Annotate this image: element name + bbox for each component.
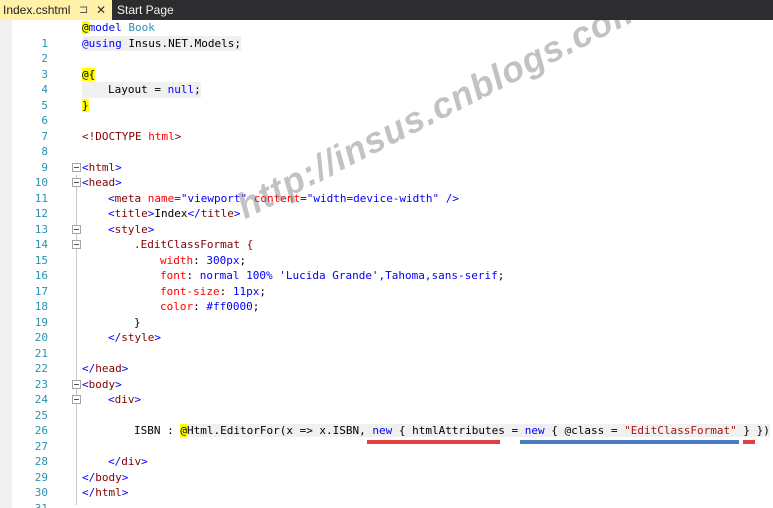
code-line: 31 </html> bbox=[0, 485, 773, 508]
document-tab-bar: Index.cshtml ⊐ ✕ Start Page bbox=[0, 0, 773, 20]
code-line: 20 } bbox=[0, 315, 773, 345]
tab-index-cshtml[interactable]: Index.cshtml ⊐ ✕ bbox=[0, 0, 112, 20]
tag-name: title bbox=[114, 207, 148, 220]
code-line: 26 bbox=[0, 408, 773, 437]
code-line: 19 color: #ff0000; bbox=[0, 299, 773, 329]
attr-name: name bbox=[141, 191, 175, 205]
attr-name: content bbox=[247, 191, 301, 205]
css-property: color bbox=[160, 300, 194, 313]
code-line: 4 @{ bbox=[0, 67, 773, 96]
css-selector: .EditClassFormat { bbox=[134, 238, 254, 251]
code-text: } }) bbox=[736, 424, 770, 437]
string-literal: "EditClassFormat" bbox=[624, 424, 737, 437]
code-line: 22 bbox=[0, 346, 773, 375]
pin-icon[interactable]: ⊐ bbox=[79, 0, 88, 20]
code-text: { htmlAttributes = bbox=[392, 424, 525, 437]
tag-name: style bbox=[121, 331, 155, 344]
code-line: 25 <div> bbox=[0, 392, 773, 422]
code-line: 14 <style> bbox=[0, 222, 773, 252]
tab-start-page[interactable]: Start Page bbox=[113, 0, 233, 20]
keyword: model bbox=[88, 21, 122, 34]
collapse-icon[interactable] bbox=[72, 162, 81, 172]
keyword: new bbox=[372, 424, 393, 437]
code-line: 2 @using Insus.NET.Models; bbox=[0, 35, 773, 65]
doctype-html: html bbox=[148, 129, 175, 143]
close-icon[interactable]: ✕ bbox=[96, 0, 106, 20]
title-text: Index bbox=[154, 207, 188, 220]
code-line: 23 </head> bbox=[0, 361, 773, 391]
code-text: ; bbox=[194, 83, 201, 96]
code-line: 24 <body> bbox=[0, 377, 773, 407]
tag-name: head bbox=[95, 362, 122, 375]
doctype: <!DOCTYPE bbox=[82, 129, 149, 143]
css-property: font-size bbox=[160, 284, 220, 298]
tab-label: Index.cshtml bbox=[3, 3, 71, 17]
code-line: 16 width: 300px; bbox=[0, 253, 773, 283]
tag-name: meta bbox=[114, 191, 142, 205]
code-line: 32 bbox=[0, 501, 773, 508]
css-value: 11px bbox=[232, 284, 260, 298]
collapse-icon[interactable] bbox=[72, 224, 81, 234]
code-line: 21 </style> bbox=[0, 330, 773, 360]
code-line: 3 bbox=[0, 51, 773, 81]
attr-value: "viewport" bbox=[180, 191, 248, 205]
code-line: 1 @model Book bbox=[0, 20, 773, 50]
collapse-icon[interactable] bbox=[72, 379, 81, 389]
code-text: } bbox=[134, 315, 141, 329]
code-line: 18 font-size: 11px; bbox=[0, 284, 773, 314]
collapse-icon[interactable] bbox=[72, 395, 81, 404]
code-line: 12 <meta name="viewport" content="width=… bbox=[0, 191, 773, 221]
collapse-icon[interactable] bbox=[72, 178, 81, 187]
code-line: 7 bbox=[0, 113, 773, 143]
razor-block-close: } bbox=[82, 98, 89, 112]
code-line: 29 </div> bbox=[0, 454, 773, 484]
code-line: 8 <!DOCTYPE html> bbox=[0, 129, 773, 159]
code-line: 17 font: normal 100% 'Lucida Grande',Tah… bbox=[0, 268, 773, 298]
code-text: Insus.NET.Models; bbox=[121, 36, 241, 50]
tag-name: html bbox=[88, 160, 116, 174]
code-line: 11 <head> bbox=[0, 175, 773, 205]
css-value: normal 100% 'Lucida Grande',Tahoma,sans-… bbox=[199, 269, 498, 282]
keyword: @using bbox=[82, 36, 122, 50]
code-line: 15 .EditClassFormat { bbox=[0, 237, 773, 267]
css-property: font bbox=[160, 269, 187, 282]
tag-name: body bbox=[95, 470, 122, 484]
collapse-icon[interactable] bbox=[72, 240, 81, 249]
code-editor[interactable]: 1 @model Book 2 @using Insus.NET.Models;… bbox=[0, 20, 773, 508]
tag-name: head bbox=[88, 176, 116, 189]
css-property: width bbox=[160, 253, 194, 267]
code-line: 13 <title>Index</title> bbox=[0, 206, 773, 236]
css-value: #ff0000 bbox=[206, 300, 253, 313]
tag-name: body bbox=[88, 377, 116, 391]
code-line: 27 ISBN : @Html.EditorFor(x => x.ISBN, n… bbox=[0, 423, 773, 453]
razor-block-open: @{ bbox=[82, 67, 96, 81]
attr-value: "width=device-width" bbox=[306, 191, 440, 205]
code-text: { @class = bbox=[544, 424, 625, 437]
code-text: Html.EditorFor(x => x.ISBN, bbox=[186, 424, 373, 437]
code-text: Layout = bbox=[108, 83, 168, 96]
code-line: 9 bbox=[0, 144, 773, 174]
keyword: null bbox=[167, 83, 195, 96]
doctype-close: > bbox=[174, 129, 182, 143]
razor-at: @ bbox=[82, 21, 89, 34]
razor-at: @ bbox=[180, 424, 187, 437]
tag-name: div bbox=[121, 455, 142, 468]
keyword: new bbox=[524, 424, 545, 437]
code-line: 28 bbox=[0, 439, 773, 468]
code-line: 6 } bbox=[0, 98, 773, 127]
type-name: Book bbox=[128, 21, 155, 34]
tab-label: Start Page bbox=[117, 3, 174, 17]
css-value: 300px bbox=[206, 253, 240, 267]
tag-name: title bbox=[200, 207, 234, 220]
code-line: 30 </body> bbox=[0, 470, 773, 500]
isbn-label-text: ISBN : bbox=[134, 424, 181, 437]
code-line: 10 <html> bbox=[0, 160, 773, 190]
tag-name: style bbox=[114, 222, 148, 236]
code-line: 5 Layout = null; bbox=[0, 82, 773, 112]
tag-name: div bbox=[114, 393, 135, 406]
tag-name: html bbox=[95, 486, 122, 499]
